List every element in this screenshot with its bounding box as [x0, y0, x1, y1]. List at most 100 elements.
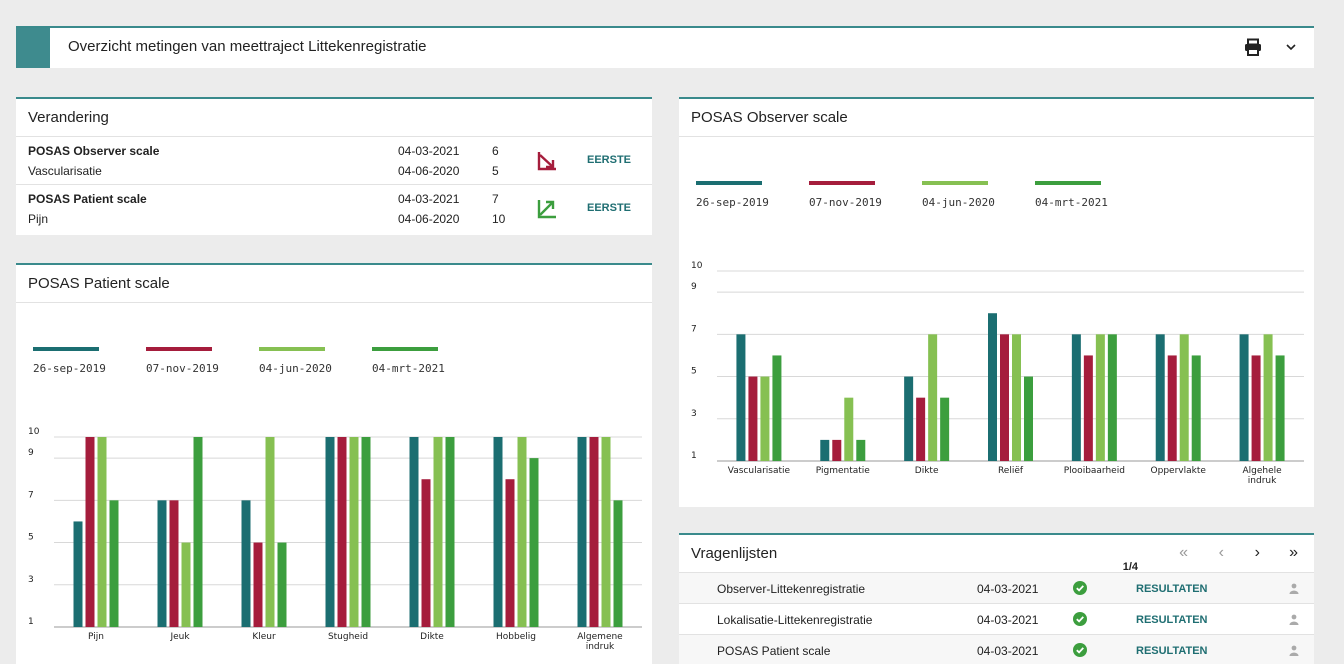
bar[interactable]	[1179, 334, 1189, 461]
questionnaire-row[interactable]: POSAS Patient scale 04-03-2021 RESULTATE…	[679, 635, 1314, 664]
bar[interactable]	[445, 437, 455, 627]
bar[interactable]	[1095, 334, 1105, 461]
bar[interactable]	[940, 397, 950, 461]
panel-title: POSAS Observer scale	[679, 99, 1314, 137]
last-page-button[interactable]: »	[1289, 544, 1298, 562]
bar[interactable]	[1083, 355, 1093, 461]
bar[interactable]	[928, 334, 938, 461]
questionnaire-row[interactable]: Observer-Littekenregistratie 04-03-2021 …	[679, 573, 1314, 604]
trend-up-icon	[537, 200, 556, 219]
observer-scale-chart: 1 3 5 7 9 10 Vascularisatie Pigmentatie Dikte Rel…	[691, 261, 1304, 486]
legend-item[interactable]: 04-jun-2020	[922, 181, 1017, 209]
bar[interactable]	[97, 437, 107, 627]
resultaten-link[interactable]: RESULTATEN	[1136, 583, 1208, 595]
user-icon[interactable]	[1289, 583, 1299, 594]
bar[interactable]	[748, 376, 758, 461]
bar[interactable]	[73, 521, 83, 627]
bar[interactable]	[277, 542, 287, 627]
bar[interactable]	[736, 334, 746, 461]
bar[interactable]	[844, 397, 854, 461]
resultaten-link[interactable]: RESULTATEN	[1136, 614, 1208, 626]
bar[interactable]	[1024, 376, 1033, 461]
bar[interactable]	[529, 458, 539, 627]
bar[interactable]	[169, 500, 179, 627]
patient-scale-panel: POSAS Patient scale 26-sep-2019 07-nov-20…	[16, 263, 652, 664]
legend-item[interactable]: 04-jun-2020	[259, 347, 354, 375]
x-tick-label: Algehele	[1242, 466, 1282, 476]
bar[interactable]	[157, 500, 167, 627]
bar[interactable]	[1167, 355, 1177, 461]
bar[interactable]	[916, 397, 926, 461]
bar[interactable]	[325, 437, 335, 627]
legend-item[interactable]: 26-sep-2019	[696, 181, 791, 209]
bar[interactable]	[577, 437, 587, 627]
x-tick-label: Oppervlakte	[1151, 466, 1207, 476]
bar[interactable]	[361, 437, 371, 627]
bar[interactable]	[493, 437, 503, 627]
bar[interactable]	[601, 437, 611, 627]
bar[interactable]	[1000, 334, 1009, 461]
measure-name: POSAS Patient scale	[28, 192, 147, 206]
x-tick-label: Vascularisatie	[728, 466, 791, 476]
bar[interactable]	[505, 479, 515, 627]
bar[interactable]	[1155, 334, 1165, 461]
bar[interactable]	[988, 313, 997, 461]
previous-date: 04-06-2020	[398, 212, 460, 226]
bar[interactable]	[349, 437, 359, 627]
bar[interactable]	[1275, 355, 1285, 461]
bar[interactable]	[193, 437, 203, 627]
bar[interactable]	[265, 437, 275, 627]
user-icon[interactable]	[1289, 614, 1299, 625]
bar[interactable]	[253, 542, 263, 627]
y-tick-label: 5	[691, 367, 697, 377]
resultaten-link[interactable]: RESULTATEN	[1136, 645, 1208, 657]
bar[interactable]	[337, 437, 347, 627]
bar[interactable]	[1071, 334, 1081, 461]
legend-swatch	[372, 347, 438, 351]
page-title: Overzicht metingen van meettraject Litte…	[68, 38, 427, 55]
bar[interactable]	[1251, 355, 1261, 461]
questionnaire-list: Observer-Littekenregistratie 04-03-2021 …	[679, 573, 1314, 664]
questionnaire-row[interactable]: Lokalisatie-Littekenregistratie 04-03-20…	[679, 604, 1314, 635]
measure-item: Pijn	[28, 212, 49, 226]
bar[interactable]	[181, 542, 191, 627]
bar[interactable]	[109, 500, 119, 627]
legend-item[interactable]: 26-sep-2019	[33, 347, 128, 375]
legend-item[interactable]: 07-nov-2019	[809, 181, 904, 209]
latest-date: 04-03-2021	[398, 192, 460, 206]
questionnaire-date: 04-03-2021	[977, 582, 1039, 596]
eerste-link[interactable]: EERSTE	[587, 202, 631, 214]
bar[interactable]	[1012, 334, 1021, 461]
bar[interactable]	[433, 437, 443, 627]
bar[interactable]	[517, 437, 527, 627]
x-tick-label: Plooibaarheid	[1064, 466, 1125, 476]
y-tick-label: 5	[28, 533, 34, 543]
bar[interactable]	[1107, 334, 1117, 461]
bar[interactable]	[904, 376, 914, 461]
bar[interactable]	[760, 376, 770, 461]
bar[interactable]	[409, 437, 419, 627]
chevron-down-icon[interactable]	[1284, 40, 1298, 54]
printer-icon[interactable]	[1244, 38, 1262, 56]
prev-page-button[interactable]: ‹	[1219, 544, 1224, 562]
bar[interactable]	[613, 500, 623, 627]
legend-item[interactable]: 04-mrt-2021	[372, 347, 467, 375]
bar[interactable]	[1191, 355, 1201, 461]
eerste-link[interactable]: EERSTE	[587, 154, 631, 166]
bar[interactable]	[241, 500, 251, 627]
user-icon[interactable]	[1289, 645, 1299, 656]
bar[interactable]	[772, 355, 782, 461]
bar[interactable]	[421, 479, 431, 627]
bar[interactable]	[820, 439, 830, 461]
bar[interactable]	[1239, 334, 1249, 461]
next-page-button[interactable]: ›	[1255, 544, 1260, 562]
x-tick-label: indruk	[1248, 476, 1277, 486]
bar[interactable]	[856, 439, 866, 461]
first-page-button[interactable]: «	[1179, 544, 1188, 562]
legend-item[interactable]: 04-mrt-2021	[1035, 181, 1130, 209]
bar[interactable]	[1263, 334, 1273, 461]
bar[interactable]	[832, 439, 842, 461]
bar[interactable]	[589, 437, 599, 627]
bar[interactable]	[85, 437, 95, 627]
legend-item[interactable]: 07-nov-2019	[146, 347, 241, 375]
